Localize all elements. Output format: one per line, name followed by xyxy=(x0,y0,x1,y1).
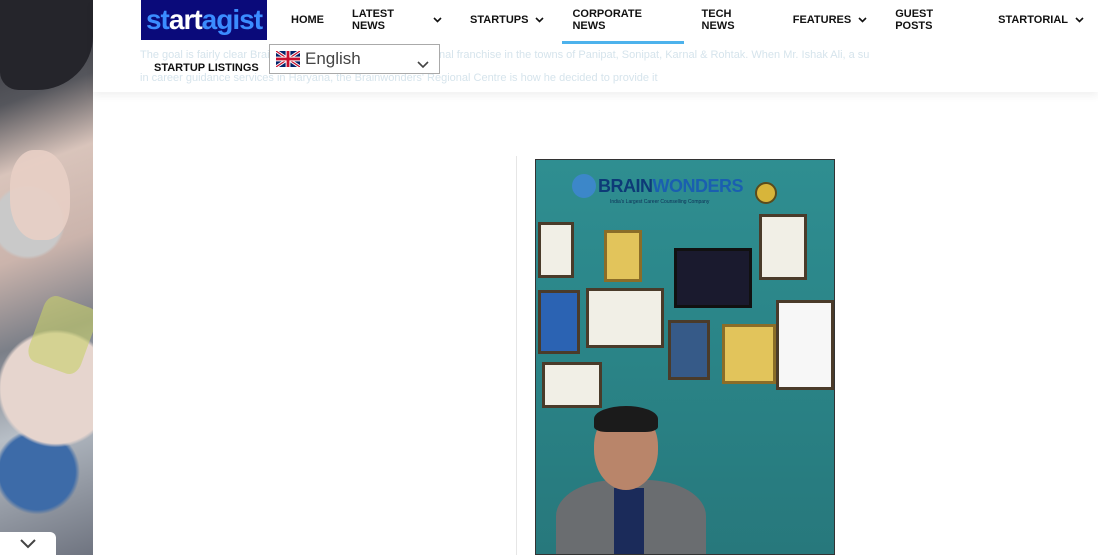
chevron-down-icon xyxy=(858,17,867,23)
nav-corporate-news[interactable]: CORPORATE NEWS xyxy=(558,0,687,44)
chevron-down-icon xyxy=(20,538,36,548)
medal-icon xyxy=(755,182,777,204)
main-nav: HOME LATEST NEWS STARTUPS CORPORATE NEWS… xyxy=(277,0,1098,44)
photo-frame xyxy=(668,320,710,380)
award-frame xyxy=(722,324,776,384)
scroll-down-button[interactable] xyxy=(0,532,56,555)
side-background-image xyxy=(0,0,93,555)
chevron-down-icon xyxy=(535,17,545,23)
photo-brand: BRAINWONDERS xyxy=(598,176,743,196)
magazine-frame xyxy=(538,290,580,354)
article-featured-image: BRAINWONDERS India's Largest Career Coun… xyxy=(535,159,835,555)
nav-startup-listings[interactable]: STARTUP LISTINGS xyxy=(141,56,259,80)
certificate-frame xyxy=(586,288,664,348)
certificate-frame xyxy=(542,362,602,408)
nav-features[interactable]: FEATURES xyxy=(779,0,881,40)
site-logo[interactable]: st art agist xyxy=(141,0,267,40)
person-photo xyxy=(556,406,746,554)
certificate-frame xyxy=(538,222,574,278)
language-label: English xyxy=(305,49,361,68)
nav-guest-posts[interactable]: GUEST POSTS xyxy=(881,0,984,40)
uk-flag-icon xyxy=(275,49,301,69)
nav-startups[interactable]: STARTUPS xyxy=(456,0,558,40)
content-divider xyxy=(516,156,517,555)
caret-down-icon xyxy=(417,54,429,74)
chevron-down-icon xyxy=(1075,17,1084,23)
nav-startorial[interactable]: STARTORIAL xyxy=(984,0,1098,40)
certificate-frame xyxy=(759,214,807,280)
brain-logo-icon xyxy=(572,174,596,198)
nav-home[interactable]: HOME xyxy=(277,0,338,40)
award-frame xyxy=(604,230,642,282)
language-select[interactable]: English xyxy=(269,44,440,74)
award-frame xyxy=(674,248,752,308)
nav-tech-news[interactable]: TECH NEWS xyxy=(688,0,779,40)
certificate-frame xyxy=(776,300,834,390)
nav-latest-news[interactable]: LATEST NEWS xyxy=(338,0,456,40)
chevron-down-icon xyxy=(433,17,442,23)
photo-tagline: India's Largest Career Counselling Compa… xyxy=(610,199,710,205)
